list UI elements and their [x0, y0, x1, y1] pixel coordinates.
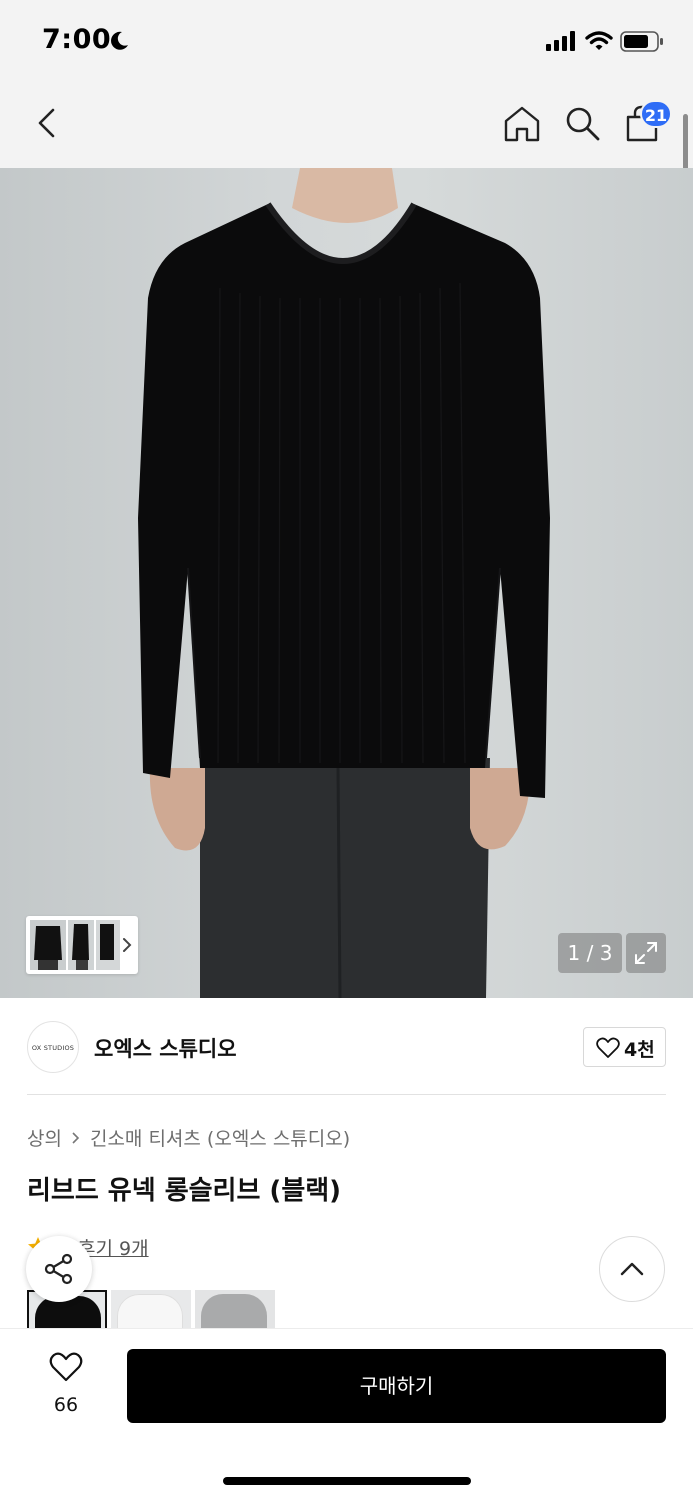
search-button[interactable]	[560, 102, 604, 146]
heart-icon	[49, 1352, 83, 1382]
status-time: 7:00	[42, 24, 112, 55]
breadcrumb-item-subcategory[interactable]: 긴소매 티셔츠 (오엑스 스튜디오)	[90, 1124, 350, 1151]
breadcrumb: 상의 긴소매 티셔츠 (오엑스 스튜디오)	[27, 1124, 350, 1151]
search-icon	[566, 107, 600, 141]
chevron-right-icon	[123, 938, 132, 952]
signal-icon	[546, 31, 575, 51]
home-button[interactable]	[500, 102, 544, 146]
swatch-shirt-black	[35, 1296, 101, 1330]
image-counter: 1 / 3	[558, 933, 622, 973]
swatch-shirt-white	[117, 1294, 183, 1330]
home-icon	[504, 106, 540, 142]
scroll-to-top-button[interactable]	[599, 1236, 665, 1302]
expand-icon	[635, 942, 657, 964]
top-nav-bar	[0, 84, 693, 168]
product-image[interactable]: 1 / 3	[0, 168, 693, 998]
brand-name[interactable]: 오엑스 스튜디오	[94, 1033, 237, 1063]
wishlist-button[interactable]: 66	[34, 1350, 98, 1420]
status-bar: 7:00	[0, 0, 693, 84]
home-indicator	[223, 1477, 471, 1485]
expand-button[interactable]	[626, 933, 666, 973]
buy-button[interactable]: 구매하기	[127, 1349, 666, 1423]
battery-icon	[620, 31, 663, 52]
share-icon	[44, 1253, 73, 1285]
wishlist-count: 66	[53, 1394, 79, 1416]
heart-icon	[596, 1037, 620, 1058]
brand-like-button[interactable]: 4천	[583, 1027, 666, 1067]
moon-icon	[111, 31, 128, 50]
chevron-right-icon	[72, 1131, 80, 1144]
divider	[27, 1094, 666, 1095]
product-title: 리브드 유넥 롱슬리브 (블랙)	[27, 1176, 342, 1206]
color-swatch-gray[interactable]	[195, 1290, 275, 1330]
wifi-icon	[585, 31, 613, 50]
brand-like-count: 4천	[624, 1039, 655, 1061]
back-button[interactable]	[26, 102, 70, 146]
brand-logo[interactable]: OX STUDIOS	[27, 1021, 79, 1073]
swatch-shirt-gray	[201, 1294, 267, 1330]
gallery-thumbnail-strip[interactable]	[26, 916, 138, 974]
share-button[interactable]	[26, 1236, 92, 1302]
cart-count-badge: 21	[640, 100, 672, 128]
product-photo	[138, 168, 550, 998]
color-swatch-white[interactable]	[111, 1290, 191, 1330]
back-icon	[38, 108, 55, 138]
breadcrumb-item-category[interactable]: 상의	[27, 1124, 62, 1151]
chevron-up-icon	[620, 1262, 644, 1276]
